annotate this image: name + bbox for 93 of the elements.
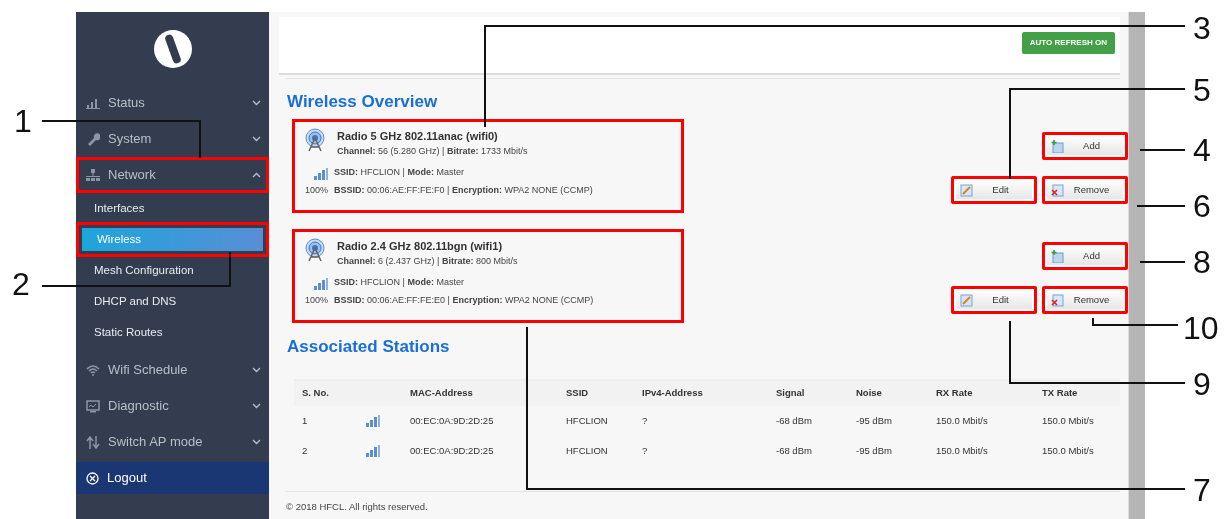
chevron-icon [252,367,261,373]
table-cell: -95 dBm [848,406,928,436]
add-button[interactable]: Add [1042,132,1128,160]
add-button[interactable]: Add [1042,242,1128,270]
column-header: Signal [768,380,848,406]
signal-icon [366,415,380,428]
callout-number: 7 [1193,474,1211,506]
chevron-icon [252,403,261,409]
table-cell: 150.0 Mbit/s [1034,406,1120,436]
callout-number: 1 [14,105,32,137]
callout-number: 10 [1183,312,1219,344]
signal-icon [314,277,329,290]
bssid-info: BSSID: 00:06:AE:FF:FE:E0 | Encryption: WPA2 NONE (CCMP) [334,293,594,307]
nav-item[interactable]: System [76,121,269,157]
table-cell-text: 150.0 Mbit/s [935,443,989,458]
antenna-icon [303,128,327,152]
section-heading: Associated Stations [287,337,451,357]
wifi-icon [86,364,100,376]
nav-subitem[interactable]: DHCP and DNS [80,289,265,314]
nav-subitem[interactable]: Interfaces [80,196,265,221]
column-header: S. No. [294,380,358,406]
logout-icon [86,471,99,485]
bssid-info: BSSID: 00:06:AE:FF:FE:F0 | Encryption: WPA2 NONE (CCMP) [334,183,593,197]
add-icon [1051,139,1064,153]
signal-icon [314,167,329,180]
column-header: TX Rate [1034,380,1120,406]
table-cell-text: 00:EC:0A:9D:2D:25 [409,443,495,458]
column-header: MAC-Address [402,380,558,406]
edit-button[interactable]: Edit [951,286,1037,314]
callout-number: 6 [1193,190,1211,222]
callout-number: 2 [12,268,30,300]
antenna-icon [303,238,327,262]
bar-chart-icon [86,97,100,109]
chevron-icon [252,100,261,106]
callout-number: 5 [1193,74,1211,106]
table-cell-text: HFCLION [565,443,609,458]
logout-link[interactable]: Logout [76,462,269,494]
table-cell: HFCLION [558,406,634,436]
nav-item[interactable]: Wifi Schedule [76,352,269,388]
pencil-icon [960,183,973,197]
table-cell-text: 2 [301,443,309,458]
nav-item[interactable]: Status [76,85,269,121]
column-header: Noise [848,380,928,406]
column-header: IPv4-Address [634,380,768,406]
add-icon [1051,249,1064,263]
nav-subitem[interactable]: Static Routes [80,320,265,345]
scrollbar[interactable] [1128,12,1145,519]
radio-name: Radio 5 GHz 802.11anac (wifi0) [337,129,499,144]
delete-icon [1051,293,1064,307]
leader-line [1139,261,1186,263]
copyright-text: © 2018 HFCL. All rights reserved. [286,500,429,514]
signal-percent: 100% [305,183,329,197]
pencil-icon [960,293,973,307]
logo-icon [152,28,193,69]
network-info: SSID: HFCLION | Mode: Master [334,276,465,289]
signal-percent: 100% [305,293,329,307]
network-info: SSID: HFCLION | Mode: Master [334,166,465,179]
nav-item[interactable]: Switch AP mode [76,424,269,460]
edit-button[interactable]: Edit [951,176,1037,204]
signal-icon [366,445,380,458]
radio-details: Channel: 6 (2.437 GHz) | Bitrate: 800 Mbit/s [337,254,519,268]
leader-line [1136,205,1186,207]
table-cell: 150.0 Mbit/s [928,406,1034,436]
table-cell: 1 [294,406,358,436]
nav-item[interactable]: Network [76,157,269,193]
nav-subitem[interactable]: Mesh Configuration [80,258,265,283]
remove-button[interactable]: Remove [1042,176,1128,204]
network-icon [86,169,100,181]
monitor-icon [86,399,100,413]
column-header: RX Rate [928,380,1034,406]
radio-details: Channel: 56 (5.280 GHz) | Bitrate: 1733 Mbit/s [337,144,529,158]
table-cell-text: 150.0 Mbit/s [1041,443,1095,458]
table-cell-text: -95 dBm [855,443,893,458]
delete-icon [1051,183,1064,197]
callout-number: 3 [1193,12,1211,44]
section-heading: Wireless Overview [287,92,439,112]
chevron-icon [252,439,261,445]
table-cell-text: ? [641,443,649,458]
chevron-icon [252,172,261,178]
remove-button[interactable]: Remove [1042,286,1128,314]
callout-number: 9 [1193,368,1211,400]
nav-item[interactable]: Diagnostic [76,388,269,424]
swap-arrows-icon [86,435,100,449]
column-header: SSID [558,380,634,406]
chevron-icon [252,136,261,142]
table-cell-text: -68 dBm [775,443,813,458]
table-cell: -68 dBm [768,406,848,436]
wrench-icon [86,132,100,146]
callout-number: 4 [1193,134,1211,166]
callout-number: 8 [1193,246,1211,278]
radio-name: Radio 2.4 GHz 802.11bgn (wifi1) [337,239,504,254]
table-cell: 00:EC:0A:9D:2D:25 [402,406,558,436]
table-cell: ? [634,406,768,436]
